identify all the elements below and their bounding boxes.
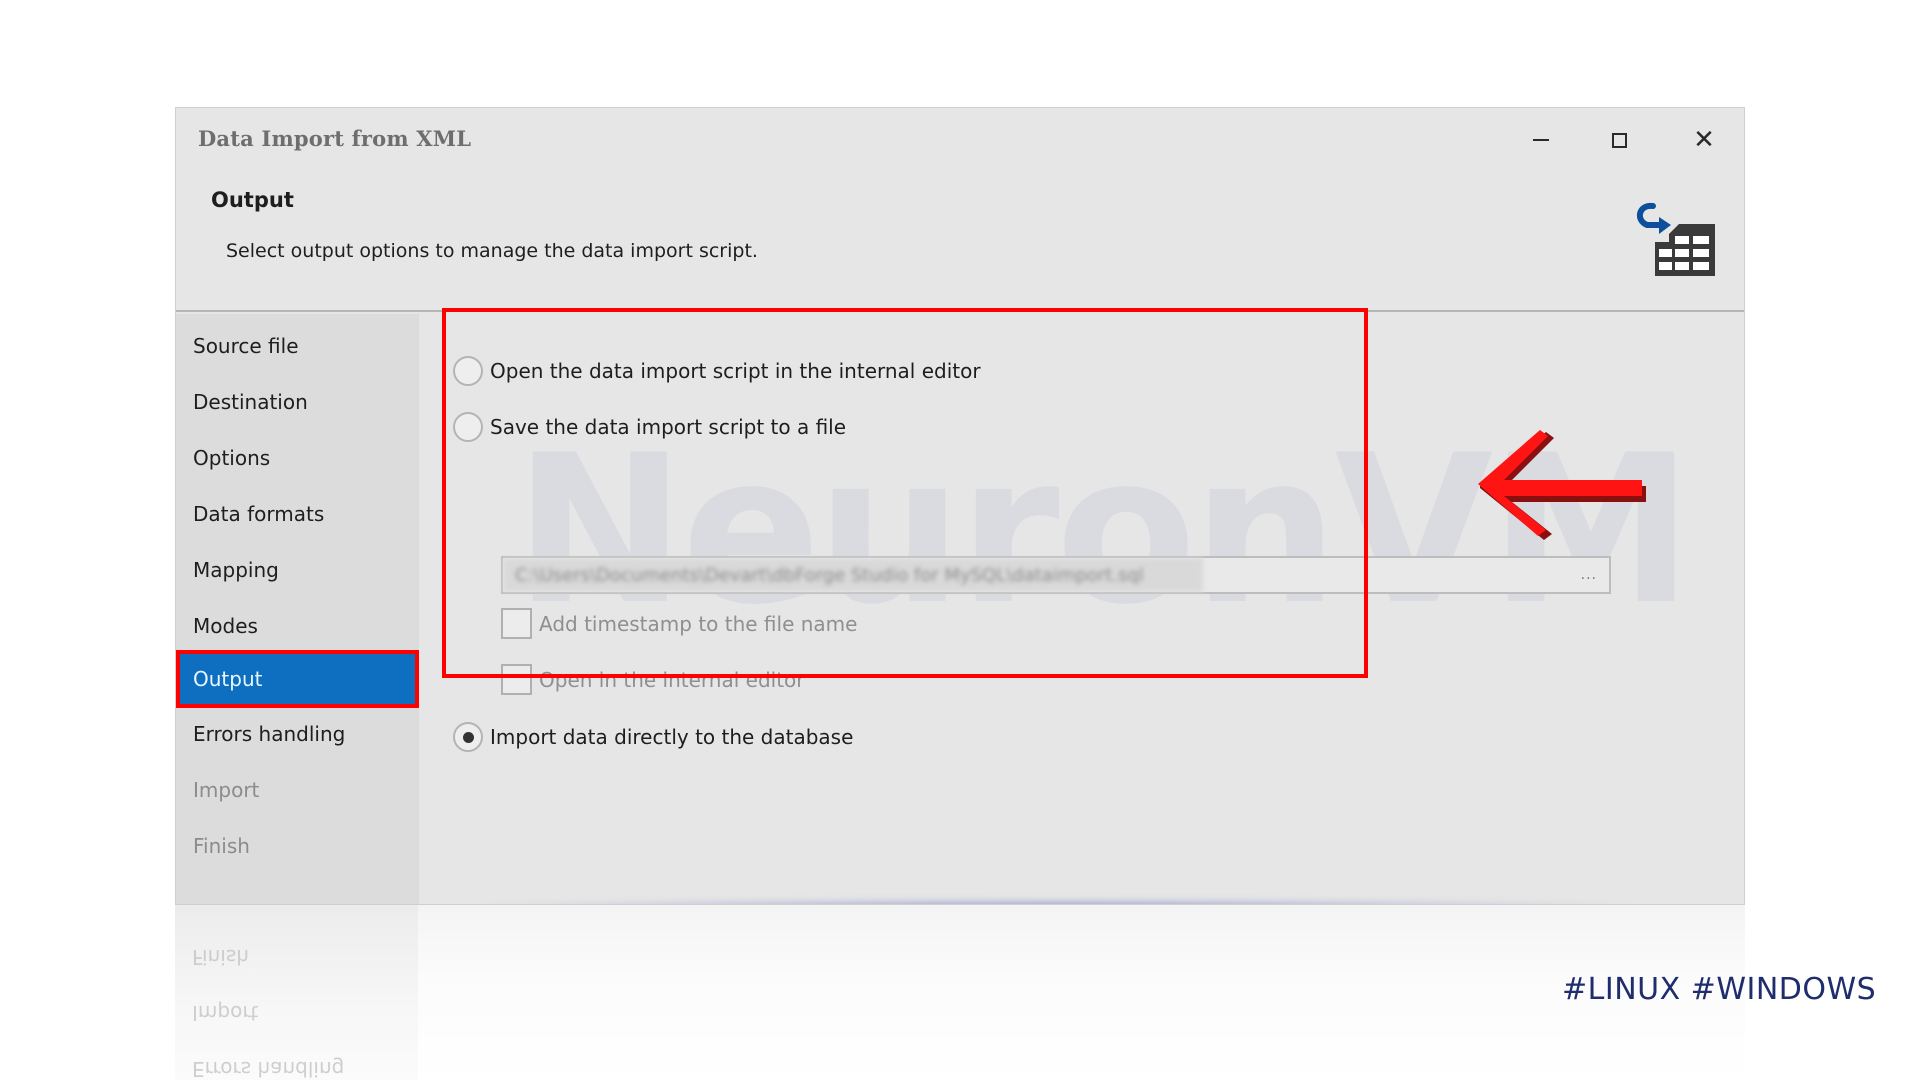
file-path-value: C:\Users\Documents\Devart\dbForge Studio… (503, 558, 1203, 592)
sidebar-item-data-formats[interactable]: Data formats (176, 486, 419, 542)
hashtags-footer: #LINUX #WINDOWS (1562, 972, 1877, 1007)
radio-import-directly[interactable]: Import data directly to the database (453, 722, 853, 752)
radio-button[interactable] (453, 412, 483, 442)
reflection-sidebar (175, 905, 418, 1080)
maximize-button[interactable] (1599, 122, 1639, 158)
checkbox[interactable] (501, 608, 532, 639)
browse-button[interactable]: ... (1581, 567, 1597, 583)
sidebar-item-output[interactable]: Output (176, 650, 419, 708)
sidebar-item-finish[interactable]: Finish (176, 818, 419, 874)
window-title: Data Import from XML (198, 126, 472, 151)
wizard-sidebar: Source file Destination Options Data for… (176, 314, 419, 904)
radio-label: Save the data import script to a file (490, 415, 847, 439)
reflection-item: Import (192, 1001, 259, 1025)
checkbox-open-internal-editor[interactable]: Open in the internal editor (501, 664, 805, 695)
checkbox-label: Add timestamp to the file name (539, 611, 858, 636)
sidebar-item-import[interactable]: Import (176, 762, 419, 818)
output-options-panel: NeuronVM Open the data import script in … (419, 308, 1744, 904)
close-icon: ✕ (1693, 125, 1715, 155)
radio-label: Import data directly to the database (490, 725, 854, 749)
sidebar-item-mapping[interactable]: Mapping (176, 542, 419, 598)
window-reflection: Finish Import Errors handling (175, 905, 1745, 1080)
red-arrow-icon (1478, 430, 1646, 540)
sidebar-item-options[interactable]: Options (176, 430, 419, 486)
file-path-input[interactable]: C:\Users\Documents\Devart\dbForge Studio… (501, 556, 1611, 594)
sidebar-item-modes[interactable]: Modes (176, 598, 419, 654)
checkbox-label: Open in the internal editor (539, 667, 805, 692)
radio-label: Open the data import script in the inter… (490, 359, 981, 383)
radio-dot-icon (462, 731, 474, 743)
radio-open-in-editor[interactable]: Open the data import script in the inter… (453, 356, 981, 386)
sidebar-item-errors-handling[interactable]: Errors handling (176, 706, 419, 762)
checkbox[interactable] (501, 664, 532, 695)
page-heading: Output (211, 188, 294, 212)
header-divider (176, 310, 1744, 312)
radio-button[interactable] (453, 356, 483, 386)
sidebar-item-source-file[interactable]: Source file (176, 318, 419, 374)
radio-save-to-file[interactable]: Save the data import script to a file (453, 412, 846, 442)
page-description: Select output options to manage the data… (226, 240, 758, 262)
import-to-table-icon (1636, 202, 1715, 276)
minimize-button[interactable] (1521, 122, 1561, 158)
close-button[interactable]: ✕ (1684, 122, 1724, 158)
reflection-item: Errors handling (192, 1057, 345, 1080)
maximize-icon (1611, 132, 1627, 148)
radio-button-selected[interactable] (453, 722, 483, 752)
sidebar-item-destination[interactable]: Destination (176, 374, 419, 430)
checkbox-add-timestamp[interactable]: Add timestamp to the file name (501, 608, 857, 639)
reflection-item: Finish (192, 945, 249, 969)
minimize-icon (1533, 139, 1549, 141)
